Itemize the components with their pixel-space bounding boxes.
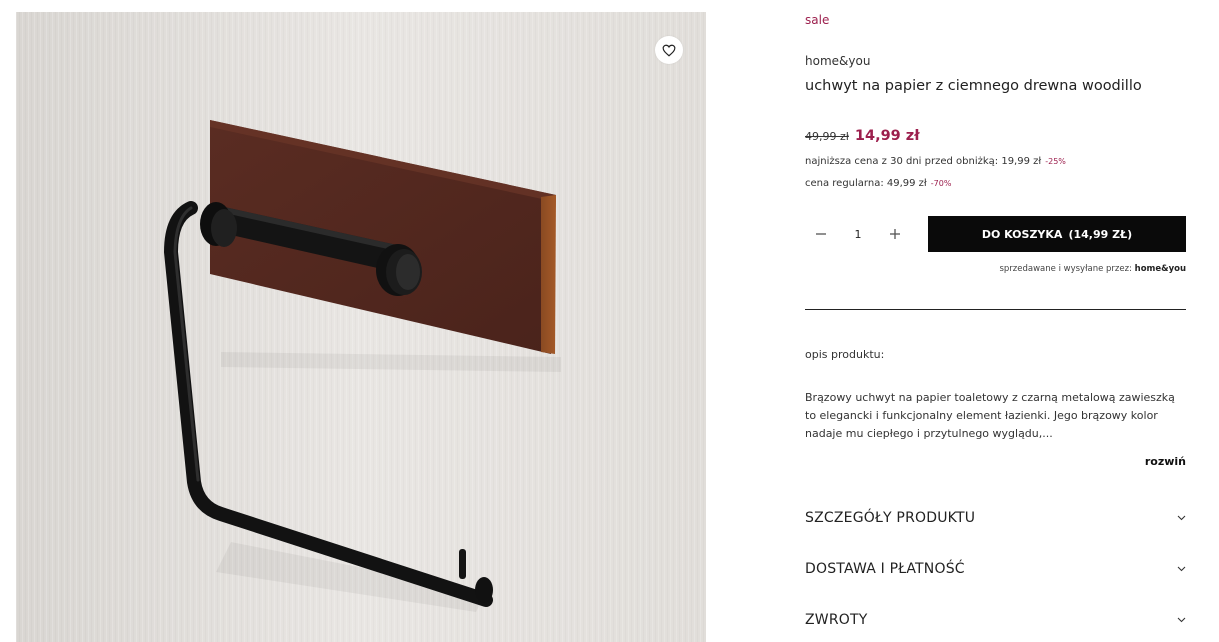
- accordion-label: DOSTAWA I PŁATNOŚĆ: [805, 561, 965, 577]
- expand-description-link[interactable]: rozwiń: [1145, 455, 1186, 468]
- brand-name[interactable]: home&you: [805, 54, 870, 68]
- lowest-price-discount: -25%: [1045, 157, 1066, 166]
- add-to-cart-button[interactable]: DO KOSZYKA (14,99 ZŁ): [928, 216, 1186, 252]
- accordion-label: SZCZEGÓŁY PRODUKTU: [805, 510, 976, 526]
- product-info-panel: sale home&you uchwyt na papier z ciemneg…: [805, 0, 1186, 642]
- minus-icon: [816, 233, 826, 235]
- decrease-quantity-button[interactable]: [813, 226, 829, 242]
- favorite-button[interactable]: [655, 36, 683, 64]
- description-heading: opis produktu:: [805, 348, 885, 361]
- increase-quantity-button[interactable]: [887, 226, 903, 242]
- sale-badge: sale: [805, 13, 830, 27]
- regular-price-info: cena regularna: 49,99 zł -70%: [805, 178, 951, 189]
- regular-price-label: cena regularna: 49,99 zł: [805, 178, 927, 189]
- seller-info: sprzedawane i wysyłane przez: home&you: [999, 264, 1186, 274]
- quantity-stepper: 1: [813, 224, 903, 244]
- lowest-price-info: najniższa cena z 30 dni przed obniżką: 1…: [805, 156, 1066, 167]
- accordion-returns[interactable]: ZWROTY: [805, 606, 1186, 634]
- accordion-delivery-payment[interactable]: DOSTAWA I PŁATNOŚĆ: [805, 555, 1186, 583]
- regular-price-discount: -70%: [930, 179, 952, 188]
- lowest-price-label: najniższa cena z 30 dni przed obniżką: 1…: [805, 156, 1042, 167]
- product-image[interactable]: [16, 12, 706, 642]
- toilet-paper-holder-illustration: [16, 12, 706, 642]
- heart-icon: [662, 44, 676, 57]
- chevron-down-icon: [1176, 513, 1186, 523]
- plus-icon: [890, 229, 900, 239]
- accordion-product-details[interactable]: SZCZEGÓŁY PRODUKTU: [805, 504, 1186, 532]
- accordion-label: ZWROTY: [805, 612, 868, 628]
- seller-name[interactable]: home&you: [1135, 264, 1186, 274]
- section-divider: [805, 309, 1186, 310]
- description-text: Brązowy uchwyt na papier toaletowy z cza…: [805, 391, 1175, 440]
- chevron-down-icon: [1176, 615, 1186, 625]
- chevron-down-icon: [1176, 564, 1186, 574]
- old-price: 49,99 zł: [805, 130, 849, 143]
- add-to-cart-label: DO KOSZYKA: [981, 227, 1063, 241]
- quantity-value[interactable]: 1: [848, 228, 868, 241]
- new-price: 14,99 zł: [854, 128, 920, 144]
- add-to-cart-price: (14,99 ZŁ): [1068, 227, 1133, 241]
- seller-label: sprzedawane i wysyłane przez:: [999, 264, 1132, 274]
- price-row: 49,99 zł 14,99 zł: [805, 128, 920, 144]
- product-title: uchwyt na papier z ciemnego drewna woodi…: [805, 78, 1142, 94]
